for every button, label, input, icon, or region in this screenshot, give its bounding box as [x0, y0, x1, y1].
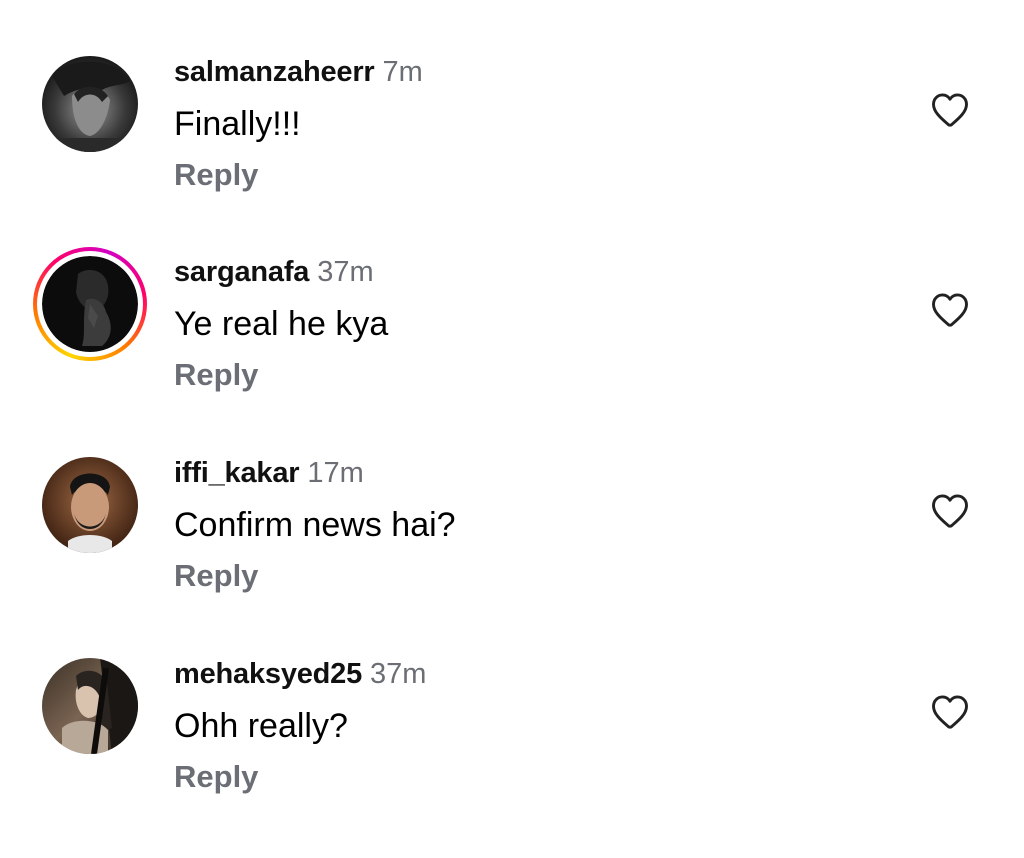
comment-timestamp: 7m	[382, 56, 423, 88]
reply-button[interactable]: Reply	[174, 355, 258, 395]
comment-item: mehaksyed25 37m Ohh really? Reply	[0, 658, 1024, 858]
heart-outline-icon[interactable]	[928, 489, 972, 533]
username-link[interactable]: sarganafa	[174, 256, 309, 288]
avatar-photo-icon	[42, 56, 138, 152]
comment-timestamp: 37m	[317, 256, 374, 288]
comment-text: Ye real he kya	[174, 305, 389, 343]
comment-header: mehaksyed25 37m	[174, 654, 426, 694]
comment-item: sarganafa 37m Ye real he kya Reply	[0, 247, 1024, 456]
avatar-photo-icon	[42, 256, 138, 352]
comment-header: salmanzaheerr 7m	[174, 52, 423, 92]
comment-text: Ohh really?	[174, 707, 348, 745]
avatar-photo-icon	[42, 457, 138, 553]
heart-outline-icon[interactable]	[928, 288, 972, 332]
avatar-photo-icon	[42, 658, 138, 754]
user-avatar-story-ring[interactable]	[33, 247, 147, 361]
reply-button[interactable]: Reply	[174, 757, 258, 797]
comment-item: salmanzaheerr 7m Finally!!! Reply	[0, 56, 1024, 256]
comment-timestamp: 17m	[307, 457, 364, 489]
comment-header: iffi_kakar 17m	[174, 453, 364, 493]
username-link[interactable]: salmanzaheerr	[174, 56, 375, 88]
comment-text: Confirm news hai?	[174, 506, 456, 544]
comment-header: sarganafa 37m	[174, 252, 374, 292]
user-avatar[interactable]	[42, 658, 138, 754]
user-avatar[interactable]	[42, 56, 138, 152]
reply-button[interactable]: Reply	[174, 155, 258, 195]
comment-timestamp: 37m	[370, 658, 427, 690]
heart-outline-icon[interactable]	[928, 690, 972, 734]
user-avatar[interactable]	[42, 457, 138, 553]
username-link[interactable]: mehaksyed25	[174, 658, 362, 690]
comment-text: Finally!!!	[174, 105, 301, 143]
comment-item: iffi_kakar 17m Confirm news hai? Reply	[0, 457, 1024, 657]
reply-button[interactable]: Reply	[174, 556, 258, 596]
username-link[interactable]: iffi_kakar	[174, 457, 300, 489]
heart-outline-icon[interactable]	[928, 88, 972, 132]
